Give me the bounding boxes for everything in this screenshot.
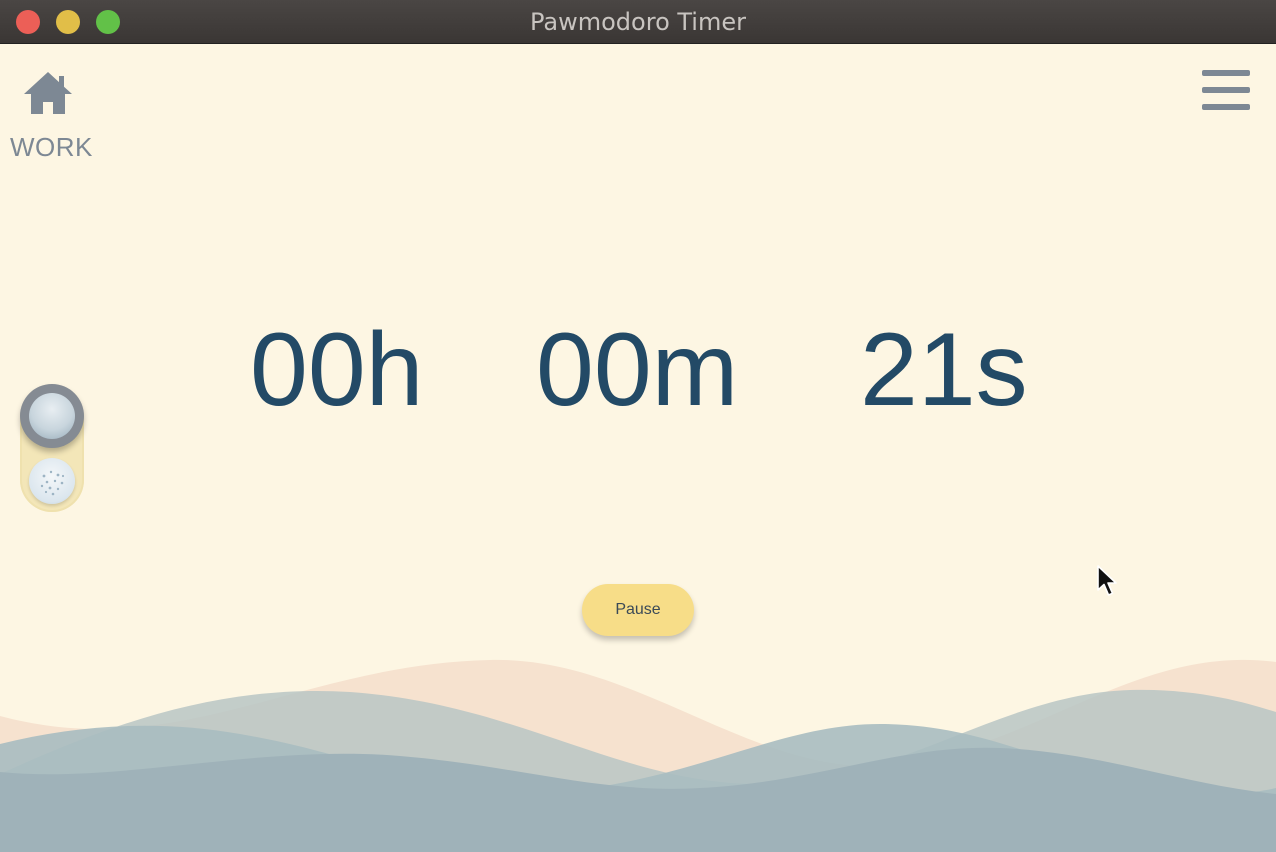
food-bowl-icon: [29, 458, 75, 504]
mode-toggle-switch[interactable]: [20, 384, 84, 512]
menu-bar-line: [1202, 104, 1250, 110]
menu-bar-line: [1202, 87, 1250, 93]
timer-minutes: 00m: [536, 312, 739, 428]
menu-button[interactable]: [1200, 68, 1252, 112]
wave-blue-front: [0, 747, 1276, 852]
home-button[interactable]: [20, 68, 76, 118]
wave-blue-back: [0, 689, 1276, 852]
main-content: WORK 00h 00m 21s Pause: [0, 44, 1276, 852]
title-bar: Pawmodoro Timer: [0, 0, 1276, 44]
food-dots: [40, 470, 65, 496]
pause-button[interactable]: Pause: [582, 584, 694, 636]
home-icon: [24, 72, 72, 114]
toggle-knob[interactable]: [20, 384, 84, 448]
water-bowl-icon: [29, 393, 75, 439]
wave-background: [0, 659, 1276, 852]
wave-peach: [0, 659, 1276, 852]
timer-seconds: 21s: [860, 312, 1028, 428]
app-window: Pawmodoro Timer WORK 00h 00m 21s Pause: [0, 0, 1276, 852]
menu-bar-line: [1202, 70, 1250, 76]
window-title: Pawmodoro Timer: [530, 8, 746, 36]
timer-hours: 00h: [250, 312, 424, 428]
wave-blue-mid: [0, 724, 1276, 852]
mouse-cursor-icon: [1097, 565, 1117, 596]
mode-label: WORK: [10, 132, 93, 162]
